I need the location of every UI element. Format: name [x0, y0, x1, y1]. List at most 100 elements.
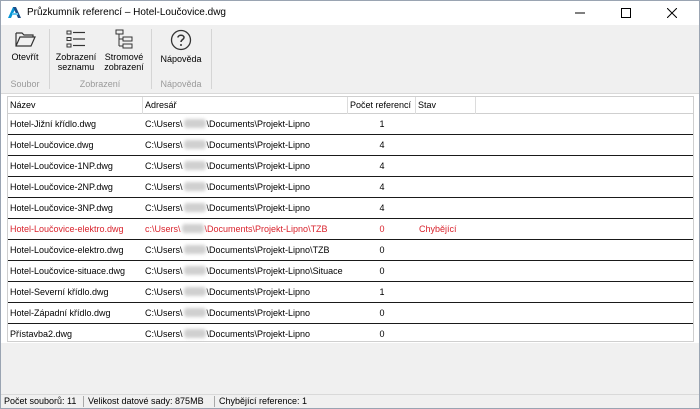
- row-name: Hotel-Severní křídlo.dwg: [10, 287, 109, 297]
- table-row[interactable]: Hotel-Loučovice-2NP.dwg C:\Users\ \Documen…: [8, 177, 693, 198]
- table-row[interactable]: Hotel-Jižní křídlo.dwg C:\Users\ \Document…: [8, 114, 693, 135]
- tree-view-button[interactable]: Stromové zobrazení: [101, 29, 147, 72]
- path-suffix: \Documents\Projekt-Lipno\TZB: [204, 224, 328, 234]
- redacted-username: [183, 140, 206, 149]
- title-bar: Průzkumník referencí – Hotel-Loučovice.d…: [1, 1, 699, 25]
- status-separator: [214, 396, 215, 407]
- references-table: Název Adresář Počet referencí Stav Hotel…: [7, 96, 694, 345]
- table-row[interactable]: Hotel-Loučovice-1NP.dwg C:\Users\ \Documen…: [8, 156, 693, 177]
- row-name: Hotel-Loučovice-2NP.dwg: [10, 182, 113, 192]
- help-button[interactable]: Nápověda: [155, 29, 207, 64]
- ribbon-separator: [151, 29, 152, 89]
- minimize-button[interactable]: [557, 1, 603, 25]
- status-bar: Počet souborů: 11 Velikost datové sady: …: [1, 394, 699, 408]
- tree-view-icon: [115, 29, 133, 49]
- folder-open-icon: [15, 32, 36, 47]
- row-name: Hotel-Loučovice-elektro.dwg: [10, 245, 124, 255]
- empty-area: [1, 343, 699, 394]
- path-suffix: \Documents\Projekt-Lipno: [206, 308, 311, 318]
- table-row[interactable]: Hotel-Loučovice-elektro.dwg c:\Users\ \Doc…: [8, 219, 693, 240]
- group-file-label: Soubor: [10, 79, 40, 89]
- ribbon-separator: [49, 29, 50, 89]
- path-suffix: \Documents\Projekt-Lipno\TZB: [206, 245, 330, 255]
- redacted-username: [183, 329, 206, 338]
- open-button[interactable]: Otevřít: [5, 29, 45, 62]
- status-separator: [83, 396, 84, 407]
- status-missing-refs: Chybějící reference: 1: [219, 396, 308, 406]
- row-ref-count: 0: [379, 329, 385, 339]
- row-ref-count: 0: [379, 245, 385, 255]
- redacted-username: [183, 287, 206, 296]
- redacted-username: [183, 245, 206, 254]
- table-row[interactable]: Hotel-Severní křídlo.dwg C:\Users\ \Docume…: [8, 282, 693, 303]
- maximize-icon: [621, 8, 631, 18]
- row-directory: C:\Users\ \Documents\Projekt-Lipno: [145, 324, 310, 344]
- row-ref-count: 0: [379, 266, 385, 276]
- row-directory: C:\Users\ \Documents\Projekt-Lipno: [145, 135, 310, 155]
- ribbon-separator: [211, 29, 212, 89]
- redacted-username: [181, 224, 204, 233]
- close-button[interactable]: [649, 1, 695, 25]
- table-row[interactable]: Hotel-Západní křídlo.dwg C:\Users\ \Docume…: [8, 303, 693, 324]
- row-ref-count: 4: [379, 182, 385, 192]
- row-ref-count: 4: [379, 203, 385, 213]
- path-suffix: \Documents\Projekt-Lipno: [206, 203, 311, 213]
- table-row[interactable]: Hotel-Loučovice-3NP.dwg C:\Users\ \Documen…: [8, 198, 693, 219]
- row-name: Hotel-Jižní křídlo.dwg: [10, 119, 97, 129]
- row-name: Hotel-Loučovice-elektro.dwg: [10, 224, 124, 234]
- redacted-username: [183, 161, 206, 170]
- table-row[interactable]: Hotel-Loučovice.dwg C:\Users\ \Documents\P…: [8, 135, 693, 156]
- redacted-username: [183, 119, 206, 128]
- tree-view-label-2: zobrazení: [104, 62, 144, 72]
- group-help-label: Nápověda: [160, 79, 202, 89]
- column-header-state[interactable]: Stav: [416, 97, 476, 114]
- row-directory: C:\Users\ \Documents\Projekt-Lipno: [145, 114, 310, 134]
- path-prefix: C:\Users\: [145, 287, 183, 297]
- row-name: Hotel-Loučovice-3NP.dwg: [10, 203, 113, 213]
- path-prefix: C:\Users\: [145, 119, 183, 129]
- table-row[interactable]: Hotel-Loučovice-elektro.dwg C:\Users\ \Doc…: [8, 240, 693, 261]
- path-prefix: C:\Users\: [145, 308, 183, 318]
- window-title: Průzkumník referencí – Hotel-Loučovice.d…: [27, 7, 226, 18]
- ribbon-toolbar: Otevřít Soubor Zobrazení seznamu Stromov…: [1, 25, 699, 94]
- table-row[interactable]: Hotel-Loučovice-situace.dwg C:\Users\ \Doc…: [8, 261, 693, 282]
- row-name: Přístavba2.dwg: [10, 329, 73, 339]
- list-view-label-2: seznamu: [57, 62, 95, 72]
- list-view-button[interactable]: Zobrazení seznamu: [53, 29, 99, 72]
- column-header-name[interactable]: Název: [8, 97, 143, 114]
- minimize-icon: [575, 12, 585, 14]
- row-directory: C:\Users\ \Documents\Projekt-Lipno: [145, 198, 310, 218]
- path-suffix: \Documents\Projekt-Lipno\Situace: [206, 266, 343, 276]
- row-name: Hotel-Loučovice-situace.dwg: [10, 266, 126, 276]
- row-name: Hotel-Loučovice-1NP.dwg: [10, 161, 113, 171]
- open-label: Otevřít: [11, 52, 39, 62]
- path-suffix: \Documents\Projekt-Lipno: [206, 287, 311, 297]
- path-prefix: c:\Users\: [145, 224, 181, 234]
- path-prefix: C:\Users\: [145, 266, 183, 276]
- row-ref-count: 1: [379, 287, 385, 297]
- column-header-ref-count[interactable]: Počet referencí: [348, 97, 416, 114]
- redacted-username: [183, 308, 206, 317]
- path-suffix: \Documents\Projekt-Lipno: [206, 182, 311, 192]
- row-name: Hotel-Západní křídlo.dwg: [10, 308, 111, 318]
- row-directory: C:\Users\ \Documents\Projekt-Lipno: [145, 177, 310, 197]
- maximize-button[interactable]: [603, 1, 649, 25]
- status-file-count: Počet souborů: 11: [4, 396, 77, 406]
- table-row[interactable]: Přístavba2.dwg C:\Users\ \Documents\Projek…: [8, 324, 693, 345]
- list-view-label-1: Zobrazení: [55, 52, 97, 62]
- row-directory: C:\Users\ \Documents\Projekt-Lipno: [145, 303, 310, 323]
- path-prefix: C:\Users\: [145, 245, 183, 255]
- list-view-icon: [66, 30, 85, 48]
- redacted-username: [183, 182, 206, 191]
- redacted-username: [183, 266, 206, 275]
- path-prefix: C:\Users\: [145, 182, 183, 192]
- path-suffix: \Documents\Projekt-Lipno: [206, 140, 311, 150]
- help-icon: [170, 29, 192, 51]
- column-header-directory[interactable]: Adresář: [143, 97, 348, 114]
- redacted-username: [183, 203, 206, 212]
- path-suffix: \Documents\Projekt-Lipno: [206, 119, 311, 129]
- row-directory: c:\Users\ \Documents\Projekt-Lipno\TZB: [145, 219, 328, 239]
- row-directory: C:\Users\ \Documents\Projekt-Lipno\TZB: [145, 240, 330, 260]
- row-ref-count: 4: [379, 161, 385, 171]
- row-directory: C:\Users\ \Documents\Projekt-Lipno: [145, 282, 310, 302]
